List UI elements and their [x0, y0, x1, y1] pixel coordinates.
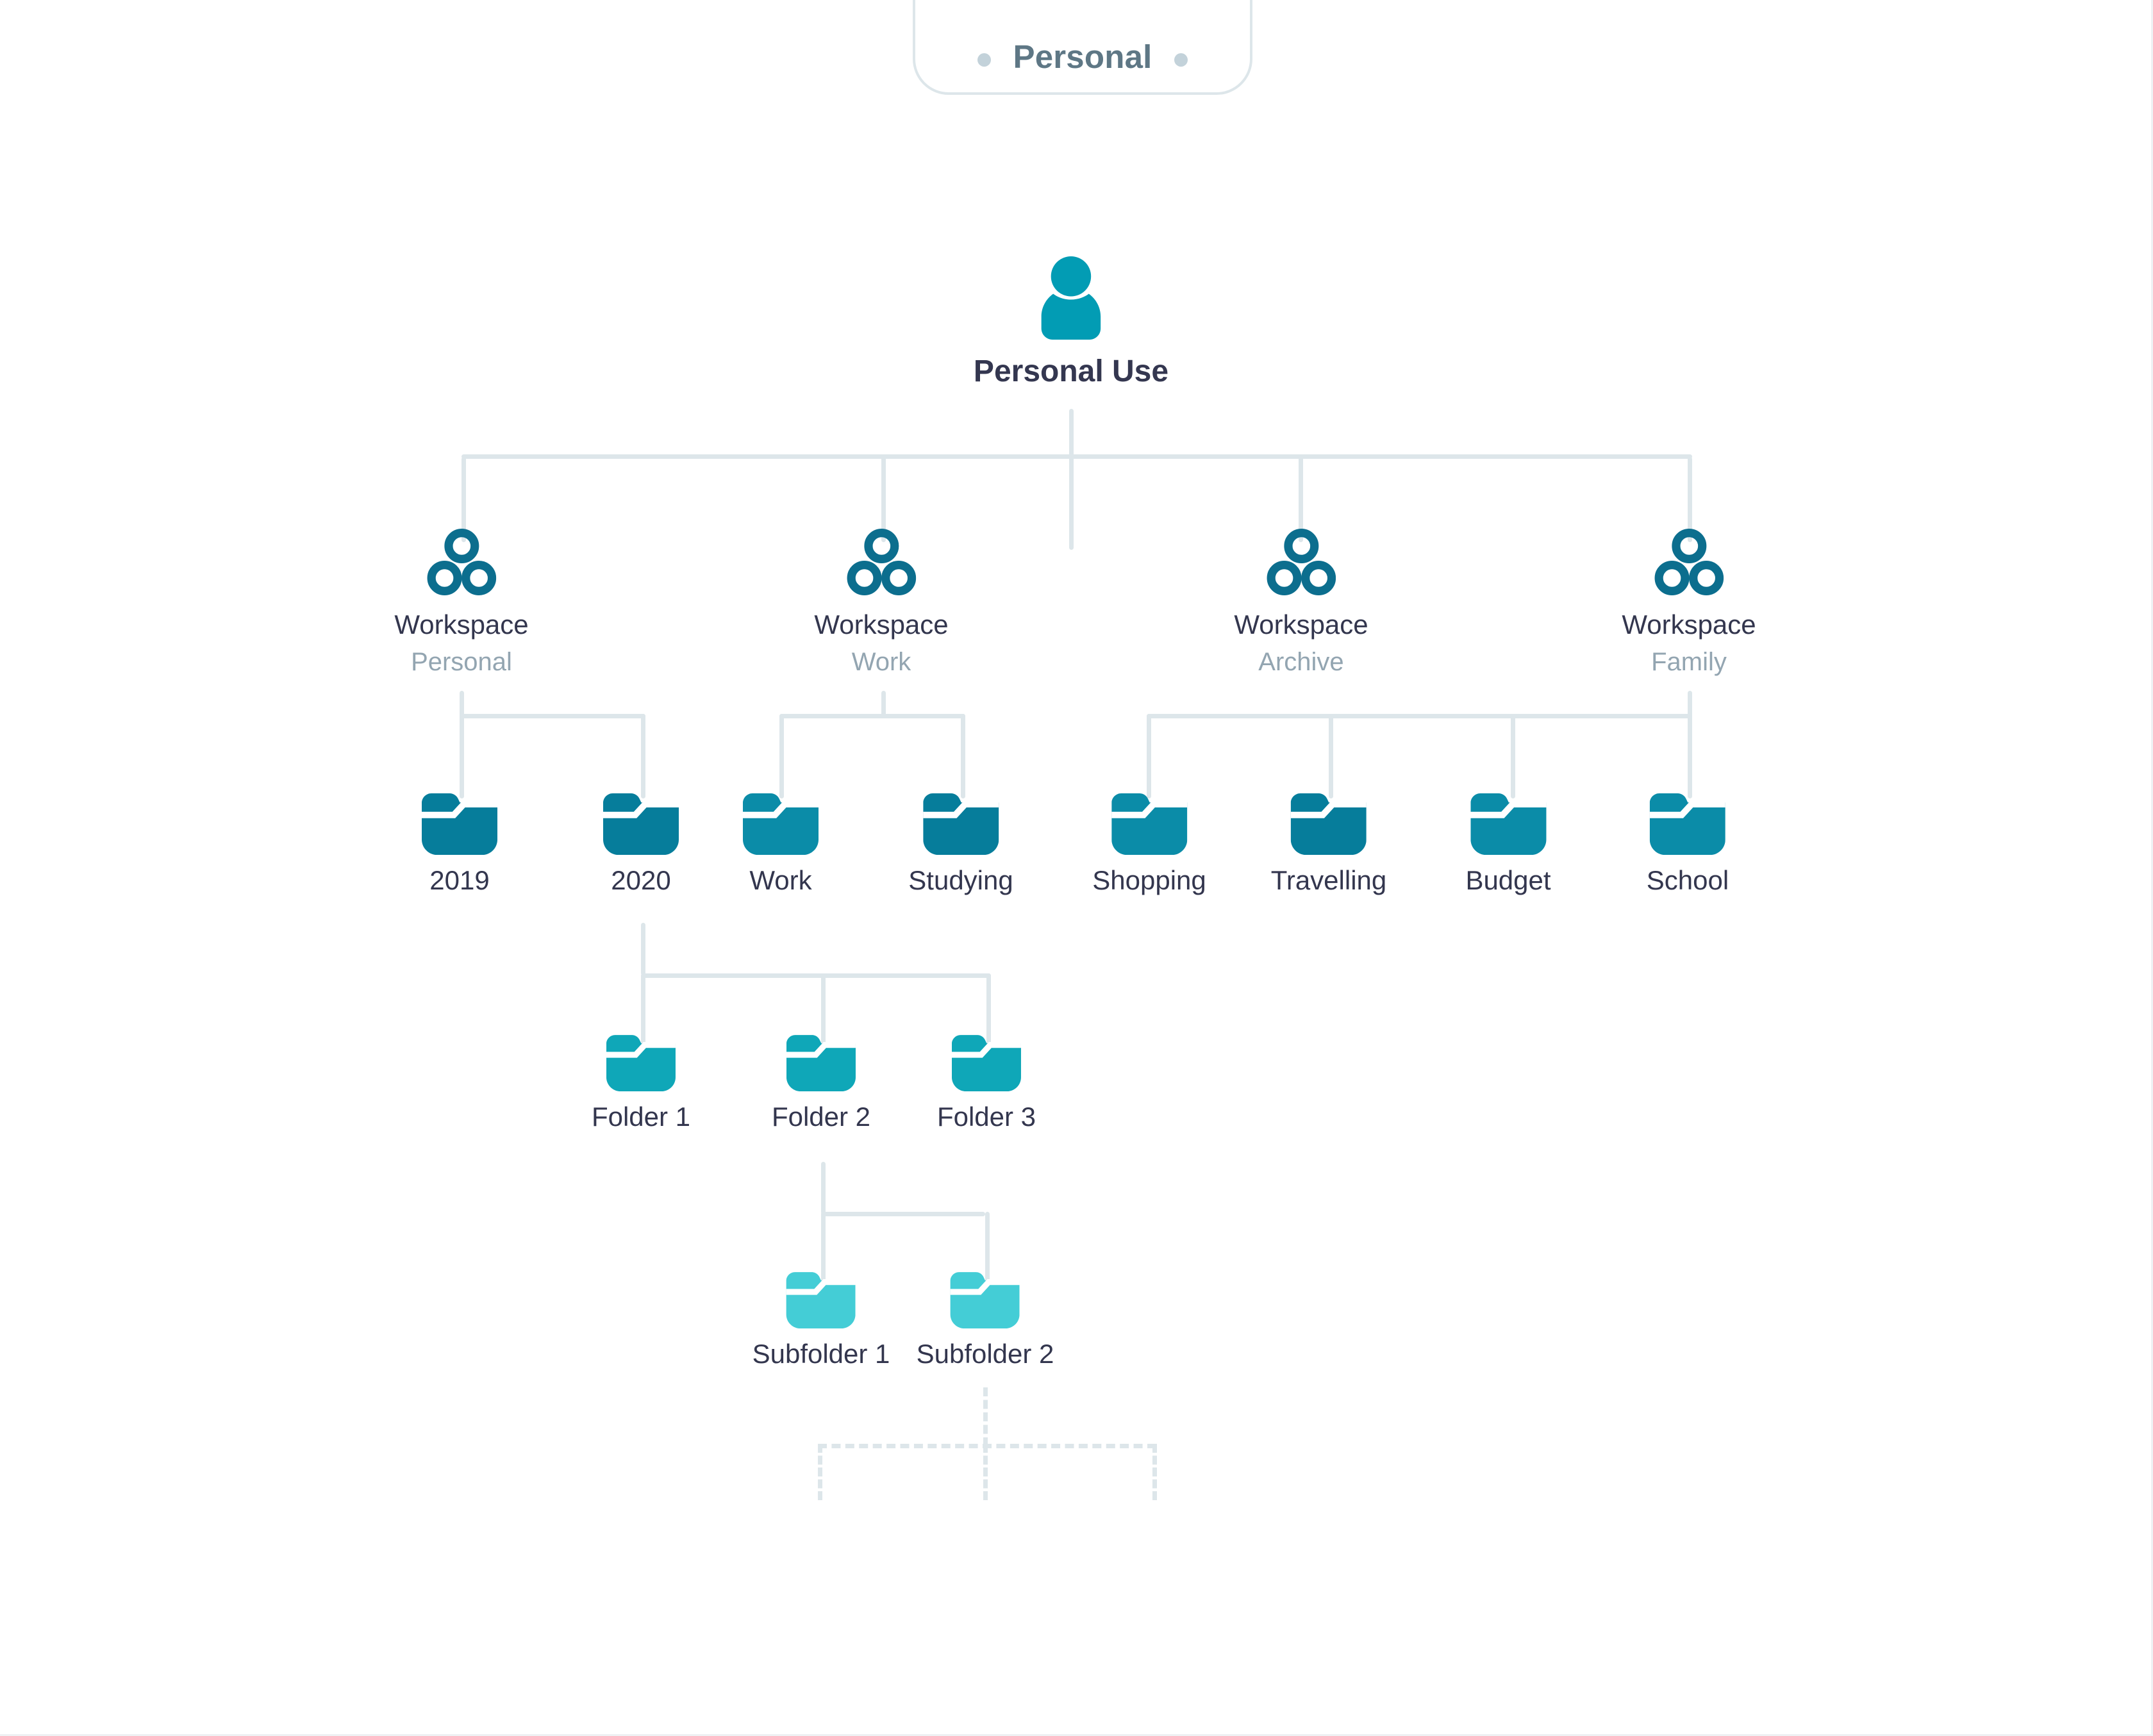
- workspace-icon: [1654, 529, 1724, 597]
- folder-icon: [606, 1035, 676, 1092]
- node-folder-shopping[interactable]: Shopping: [1092, 793, 1206, 896]
- connector-drop-folder-work: [779, 714, 784, 798]
- node-sublabel: Archive: [1258, 648, 1344, 676]
- connector-stem-folder-2: [821, 1162, 826, 1214]
- folder-icon: [603, 793, 679, 856]
- node-label: Subfolder 1: [752, 1339, 890, 1369]
- node-label: Folder 2: [771, 1102, 871, 1132]
- placeholder-drop-mid-dashed: [983, 1444, 988, 1500]
- node-folder-budget[interactable]: Budget: [1465, 793, 1551, 896]
- node-folder-2019[interactable]: 2019: [422, 793, 497, 896]
- connector-bus-workspace-personal: [460, 714, 645, 718]
- folder-icon: [1649, 793, 1725, 856]
- placeholder-drop-left-dashed: [818, 1444, 822, 1500]
- connector-drop-folder-school: [1688, 714, 1692, 798]
- node-label: 2019: [429, 865, 490, 895]
- node-workspace-work[interactable]: Workspace Work: [814, 529, 949, 677]
- node-label: Folder 3: [936, 1102, 1036, 1132]
- org-tree: Personal Use Workspace Personal Workspac…: [0, 0, 2153, 1736]
- node-folder-work[interactable]: Work: [743, 793, 819, 896]
- node-label: Workspace: [1234, 609, 1368, 640]
- node-label: Budget: [1465, 865, 1551, 895]
- workspace-icon: [427, 529, 496, 597]
- node-label: Studying: [908, 865, 1013, 895]
- connector-drop-folder-budget: [1511, 714, 1515, 798]
- connector-bus-folder-2020: [641, 973, 991, 978]
- node-folder-school[interactable]: School: [1647, 793, 1729, 896]
- node-folder-2020[interactable]: 2020: [603, 793, 679, 896]
- node-sublabel: Family: [1651, 648, 1727, 676]
- node-folder-1[interactable]: Folder 1: [592, 1035, 690, 1132]
- node-label: Folder 1: [591, 1102, 691, 1132]
- node-personal-use[interactable]: Personal Use: [974, 256, 1168, 389]
- folder-icon: [1111, 793, 1187, 856]
- node-label: 2020: [611, 865, 671, 895]
- folder-icon: [743, 793, 819, 856]
- connector-root-bus: [461, 454, 1692, 459]
- folder-icon: [951, 1035, 1021, 1092]
- placeholder-drop-right-dashed: [1152, 1444, 1157, 1500]
- node-label: Workspace: [394, 609, 529, 640]
- folder-icon: [1290, 793, 1367, 856]
- connector-bus-workspace-work: [779, 714, 965, 718]
- connector-stem-folder-2020: [641, 923, 645, 975]
- node-sublabel: Personal: [411, 648, 512, 676]
- node-label: Travelling: [1270, 865, 1387, 895]
- node-label: Subfolder 2: [916, 1339, 1054, 1369]
- node-folder-studying[interactable]: Studying: [908, 793, 1013, 896]
- node-sublabel: Work: [851, 648, 911, 676]
- node-label: Work: [749, 865, 812, 895]
- node-label: Personal Use: [973, 354, 1169, 388]
- node-label: Workspace: [1622, 609, 1756, 640]
- workspace-icon: [1267, 529, 1336, 597]
- diagram-canvas: Personal Personal Use Workspace Personal…: [0, 0, 2153, 1736]
- node-folder-3[interactable]: Folder 3: [937, 1035, 1036, 1132]
- connector-drop-folder-travelling: [1329, 714, 1333, 798]
- workspace-icon: [847, 529, 916, 597]
- node-label: Shopping: [1092, 865, 1206, 895]
- placeholder-stem-dashed: [983, 1387, 988, 1446]
- folder-icon: [1470, 793, 1546, 856]
- node-folder-travelling[interactable]: Travelling: [1270, 793, 1387, 896]
- connector-root-stem-top: [1069, 409, 1074, 457]
- node-workspace-personal[interactable]: Workspace Personal: [394, 529, 529, 677]
- folder-icon: [786, 1272, 856, 1329]
- person-icon: [1036, 256, 1106, 340]
- connector-root-stem-bottom: [1069, 457, 1074, 550]
- node-folder-2[interactable]: Folder 2: [772, 1035, 870, 1132]
- connector-bus-folder-2: [821, 1212, 985, 1216]
- node-subfolder-2[interactable]: Subfolder 2: [917, 1272, 1054, 1369]
- folder-icon: [950, 1272, 1020, 1329]
- connector-bus-workspace-family: [1147, 714, 1692, 718]
- connector-drop-folder-studying: [961, 714, 965, 798]
- folder-icon: [922, 793, 999, 856]
- node-workspace-archive[interactable]: Workspace Archive: [1234, 529, 1368, 677]
- connector-drop-folder-2019: [460, 714, 464, 798]
- connector-drop-folder-shopping: [1147, 714, 1151, 798]
- node-subfolder-1[interactable]: Subfolder 1: [752, 1272, 890, 1369]
- node-label: School: [1646, 865, 1729, 895]
- folder-icon: [422, 793, 497, 856]
- folder-icon: [786, 1035, 856, 1092]
- connector-drop-folder-2020: [641, 714, 645, 798]
- node-label: Workspace: [814, 609, 949, 640]
- node-workspace-family[interactable]: Workspace Family: [1622, 529, 1756, 677]
